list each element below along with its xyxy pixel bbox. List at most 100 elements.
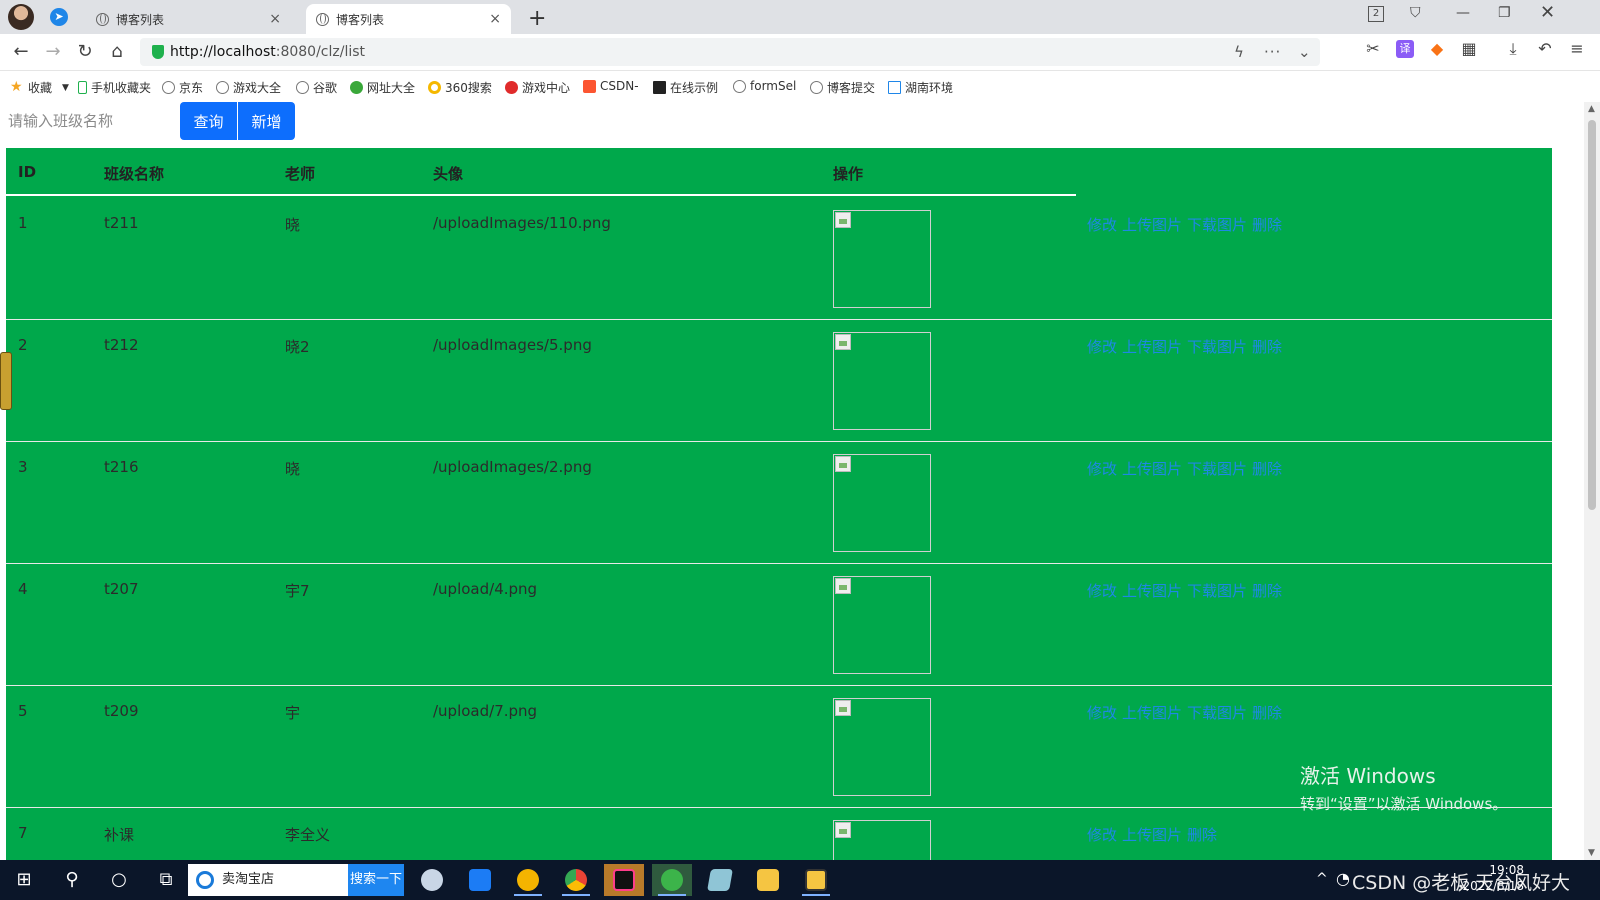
more-icon[interactable]: ···	[1264, 43, 1281, 61]
query-button[interactable]: 查询	[180, 102, 237, 140]
tray-network-icon[interactable]: ◔	[1336, 869, 1350, 888]
edit-link[interactable]: 修改	[1087, 216, 1117, 234]
edit-link[interactable]: 修改	[1087, 582, 1117, 600]
bookmark-formsel[interactable]: formSel	[733, 79, 796, 93]
delete-link[interactable]: 删除	[1252, 582, 1282, 600]
caret-down-icon[interactable]: ▼	[62, 83, 69, 93]
bookmark-csdn[interactable]: CSDN-	[583, 79, 639, 93]
lightning-icon[interactable]: ϟ	[1234, 43, 1244, 61]
bookmark-blog-submit[interactable]: 博客提交	[810, 79, 875, 96]
skin-icon[interactable]: ⛉	[1410, 5, 1421, 21]
upload-image-link[interactable]: 上传图片	[1122, 460, 1182, 478]
tab-close-icon[interactable]: ×	[269, 11, 281, 27]
edit-link[interactable]: 修改	[1087, 460, 1117, 478]
taskbar-app-chrome[interactable]	[556, 864, 596, 896]
translate-icon[interactable]: 译	[1396, 40, 1414, 58]
delete-link[interactable]: 删除	[1187, 826, 1217, 844]
download-image-link[interactable]: 下载图片	[1187, 582, 1247, 600]
bookmark-favorites[interactable]: ★ 收藏 ▼	[10, 79, 69, 96]
bookmark-360-search[interactable]: 360搜索	[428, 79, 492, 96]
side-drag-handle[interactable]	[0, 352, 12, 410]
taskbar-app-weibo[interactable]	[508, 864, 548, 896]
cortana-icon[interactable]: ○	[107, 868, 131, 892]
class-name-search-input[interactable]	[6, 102, 182, 140]
edit-link[interactable]: 修改	[1087, 826, 1117, 844]
download-image-link[interactable]: 下载图片	[1187, 460, 1247, 478]
telegram-icon[interactable]: ➤	[50, 8, 68, 26]
edit-link[interactable]: 修改	[1087, 704, 1117, 722]
bookmark-label: 博客提交	[827, 81, 876, 95]
row-actions: 修改 上传图片 下载图片 删除	[1087, 336, 1287, 357]
system-clock[interactable]: 19:08 2022/8/18	[1452, 862, 1524, 894]
add-button[interactable]: 新增	[238, 102, 295, 140]
home-icon[interactable]: ⌂	[106, 41, 128, 62]
scroll-thumb[interactable]	[1588, 120, 1596, 510]
delete-link[interactable]: 删除	[1252, 704, 1282, 722]
delete-link[interactable]: 删除	[1252, 460, 1282, 478]
bookmark-mobile[interactable]: 手机收藏夹	[78, 79, 151, 96]
taskbar-app-feishu[interactable]	[460, 864, 500, 896]
back-icon[interactable]: ←	[10, 41, 32, 62]
taskbar-app-explorer[interactable]	[748, 864, 788, 896]
taskbar-app-intellij[interactable]	[604, 864, 644, 896]
header-actions: 操作	[833, 165, 864, 183]
plus-circle-icon	[350, 81, 363, 94]
page-scrollbar[interactable]: ▲ ▼	[1584, 102, 1600, 860]
scroll-up-icon[interactable]: ▲	[1588, 104, 1595, 114]
bookmark-site-directory[interactable]: 网址大全	[350, 79, 415, 96]
phone-icon	[78, 81, 87, 94]
shield-icon	[152, 45, 164, 59]
chevron-down-icon[interactable]: ⌄	[1298, 43, 1311, 61]
edit-link[interactable]: 修改	[1087, 338, 1117, 356]
address-bar[interactable]: http://localhost:8080/clz/list ϟ ··· ⌄	[140, 38, 1320, 66]
profile-avatar[interactable]	[8, 4, 34, 30]
forward-icon[interactable]: →	[42, 41, 64, 62]
new-tab-button[interactable]: +	[528, 6, 546, 31]
bookmark-hunan-env[interactable]: 湖南环境	[888, 79, 953, 96]
download-image-link[interactable]: 下载图片	[1187, 216, 1247, 234]
minimize-icon[interactable]: —	[1456, 5, 1470, 21]
taskbar-search-button[interactable]: 搜索一下	[348, 864, 404, 896]
bookmark-online-demo[interactable]: 在线示例	[653, 79, 718, 96]
watermark-subtitle: 转到“设置”以激活 Windows。	[1300, 795, 1508, 813]
upload-image-link[interactable]: 上传图片	[1122, 216, 1182, 234]
scissors-icon[interactable]: ✂	[1364, 40, 1382, 58]
cell-avatar-path: /upload/7.png	[433, 702, 538, 720]
tab-close-icon[interactable]: ×	[489, 11, 501, 27]
scroll-down-icon[interactable]: ▼	[1588, 848, 1595, 858]
close-window-icon[interactable]: ✕	[1540, 2, 1555, 23]
delete-link[interactable]: 删除	[1252, 216, 1282, 234]
bookmark-game-center[interactable]: 游戏中心	[505, 79, 570, 96]
menu-icon[interactable]: ≡	[1568, 40, 1586, 58]
undo-icon[interactable]: ↶	[1536, 40, 1554, 58]
delete-link[interactable]: 删除	[1252, 338, 1282, 356]
apps-grid-icon[interactable]: ▦	[1460, 40, 1478, 58]
upload-image-link[interactable]: 上传图片	[1122, 704, 1182, 722]
download-icon[interactable]: ⤓	[1504, 40, 1522, 58]
download-image-link[interactable]: 下载图片	[1187, 338, 1247, 356]
tab-count-badge[interactable]: 2	[1368, 6, 1384, 22]
bookmark-google[interactable]: 谷歌	[296, 79, 337, 96]
url-text[interactable]: http://localhost:8080/clz/list	[170, 44, 365, 60]
restore-icon[interactable]: ❐	[1498, 5, 1511, 21]
upload-image-link[interactable]: 上传图片	[1122, 826, 1182, 844]
upload-image-link[interactable]: 上传图片	[1122, 582, 1182, 600]
taskbar-app-360-browser[interactable]	[652, 864, 692, 896]
task-view-icon[interactable]: ⧉	[154, 868, 178, 892]
gamepad-icon[interactable]: ◆	[1428, 40, 1446, 58]
bookmark-games[interactable]: 游戏大全	[216, 79, 281, 96]
bookmark-jd[interactable]: 京东	[162, 79, 203, 96]
table-header: ID 班级名称 老师 头像 操作	[6, 148, 1552, 196]
reload-icon[interactable]: ↻	[74, 41, 96, 62]
tray-chevron-icon[interactable]: ^	[1316, 871, 1328, 887]
windows-start-icon[interactable]: ⊞	[12, 868, 36, 892]
taskbar-app-mysql[interactable]	[796, 864, 836, 896]
taskbar-search-box[interactable]: 卖淘宝店	[188, 864, 348, 896]
tab-blog-list-2[interactable]: 博客列表 ×	[306, 4, 511, 34]
taskbar-app-notes[interactable]	[700, 864, 740, 896]
download-image-link[interactable]: 下载图片	[1187, 704, 1247, 722]
tab-blog-list-1[interactable]: 博客列表 ×	[86, 4, 291, 34]
upload-image-link[interactable]: 上传图片	[1122, 338, 1182, 356]
search-icon[interactable]: ⚲	[60, 868, 84, 892]
taskbar-app-brush[interactable]	[412, 864, 452, 896]
